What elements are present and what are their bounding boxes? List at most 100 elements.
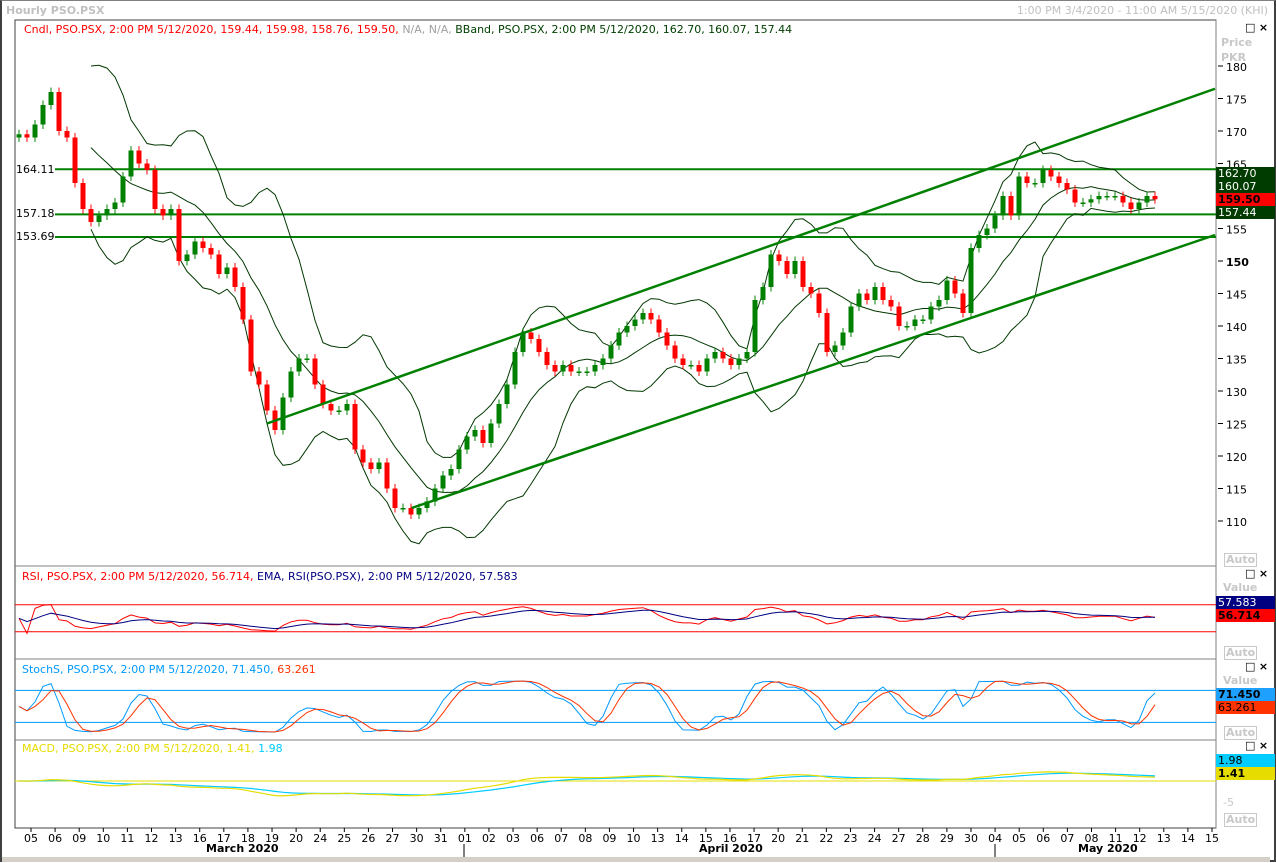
date-tick-label: 07 [554, 832, 568, 845]
candle-body [392, 488, 398, 508]
candle-body [688, 365, 694, 367]
maximize-icon[interactable]: □ [1245, 21, 1255, 34]
candle-body [840, 332, 846, 346]
candle-body [104, 209, 110, 216]
candle-body [984, 228, 990, 235]
candle-body [856, 293, 862, 307]
macd-legend-main: MACD, PSO.PSX, 2:00 PM 5/12/2020, 1.41, [22, 742, 255, 755]
date-axis: 05 06 09 10 11 12 13 16 17 18 19 20 24 25 26 27 30 31 01 02… [24, 828, 1219, 857]
auto-scale-button-stoch[interactable]: Auto [1224, 726, 1258, 740]
date-tick-label: 01 [458, 832, 472, 845]
price-tick-label: 135 [1226, 354, 1247, 367]
candle-body [440, 475, 446, 489]
candle-body [1120, 196, 1126, 203]
date-tick-label: 11 [120, 832, 134, 845]
candle-body [672, 345, 678, 359]
close-icon[interactable]: × [1259, 567, 1268, 580]
candle-body [912, 319, 918, 326]
candle-body [888, 300, 894, 307]
candle-body [144, 163, 150, 170]
candle-body [400, 508, 406, 510]
candle-body [1128, 202, 1134, 209]
candle-body [512, 352, 518, 385]
bb-lower-value: 157.44 [1216, 206, 1275, 219]
rsi-ema-line [18, 609, 1156, 630]
candle-body [664, 332, 670, 346]
maximize-icon[interactable]: □ [1245, 660, 1255, 673]
candle-body [488, 423, 494, 443]
date-tick-label: 08 [578, 832, 592, 845]
candle-body [112, 202, 118, 209]
date-tick-label: 13 [169, 832, 183, 845]
price-tick-label: 130 [1226, 386, 1247, 399]
close-icon[interactable]: × [1259, 739, 1268, 752]
price-tick-label: 140 [1226, 321, 1247, 334]
date-tick-label: 06 [1036, 832, 1050, 845]
candle-body [240, 287, 246, 320]
candle-body [784, 261, 790, 274]
stoch-panel-controls: □ × [1245, 660, 1268, 673]
chart-canvas[interactable]: 1801751701651601551501451401351301251201… [0, 0, 1276, 863]
date-tick-label: 10 [96, 832, 110, 845]
close-icon[interactable]: × [1259, 660, 1268, 673]
macd-legend-signal: 1.98 [258, 742, 283, 755]
macd-signal-value: 1.98 [1216, 754, 1275, 767]
date-tick-label: 02 [482, 832, 496, 845]
candle-body [448, 469, 454, 476]
candle-body [1136, 202, 1142, 209]
date-tick-label: 31 [434, 832, 448, 845]
candle-body [872, 287, 878, 300]
date-tick-label: 16 [193, 832, 207, 845]
candle-body [776, 254, 782, 261]
candle-body [960, 293, 966, 313]
main-panel-controls: □ × [1245, 21, 1268, 34]
date-tick-label: 24 [868, 832, 882, 845]
candle-body [1064, 183, 1070, 190]
candle-body [176, 209, 182, 261]
maximize-icon[interactable]: □ [1245, 567, 1255, 580]
auto-scale-button-rsi[interactable]: Auto [1224, 646, 1258, 660]
axis-title-currency: PKR [1221, 51, 1247, 64]
date-tick-label: 06 [48, 832, 62, 845]
candle-body [752, 300, 758, 352]
candle-body [1144, 196, 1150, 203]
price-tick-label: 125 [1226, 419, 1247, 432]
price-tick-label: 145 [1226, 289, 1247, 302]
candle-body [760, 287, 766, 300]
candle-body [48, 92, 54, 105]
hline-label-2: 157.18 [16, 207, 55, 220]
candle-body [200, 241, 206, 248]
maximize-icon[interactable]: □ [1245, 739, 1255, 752]
candle-body [896, 306, 902, 326]
candle-body [680, 358, 686, 365]
close-icon[interactable]: × [1259, 21, 1268, 34]
candle-body [16, 134, 22, 138]
candle-body [616, 332, 622, 346]
date-tick-label: 15 [1205, 832, 1219, 845]
candle-body [152, 170, 158, 209]
candle-body [520, 332, 526, 352]
candle-body [600, 358, 606, 365]
candle-body [848, 306, 854, 333]
price-tick-label: 175 [1226, 94, 1247, 107]
macd-line [18, 771, 1156, 797]
auto-scale-button-main[interactable]: Auto [1224, 553, 1258, 567]
macd-panel-controls: □ × [1245, 739, 1268, 752]
candle-body [96, 215, 102, 222]
date-tick-label: 05 [24, 832, 38, 845]
stoch-legend: StochS, PSO.PSX, 2:00 PM 5/12/2020, 71.4… [22, 663, 316, 676]
candle-body [552, 365, 558, 372]
na-legend: N/A, N/A, [402, 23, 452, 36]
date-tick-label: 14 [1181, 832, 1195, 845]
candle-body [208, 248, 214, 255]
candle-body [608, 345, 614, 359]
candle-body [216, 254, 222, 274]
candle-body [280, 397, 286, 430]
auto-scale-button-macd[interactable]: Auto [1224, 813, 1258, 827]
rsi-legend: RSI, PSO.PSX, 2:00 PM 5/12/2020, 56.714,… [22, 570, 518, 583]
candle-body [832, 345, 838, 352]
price-tick-label: 150 [1226, 256, 1249, 269]
horizontal-scrollbar[interactable] [2, 857, 1270, 862]
date-tick-label: 20 [289, 832, 303, 845]
candle-body [632, 319, 638, 326]
